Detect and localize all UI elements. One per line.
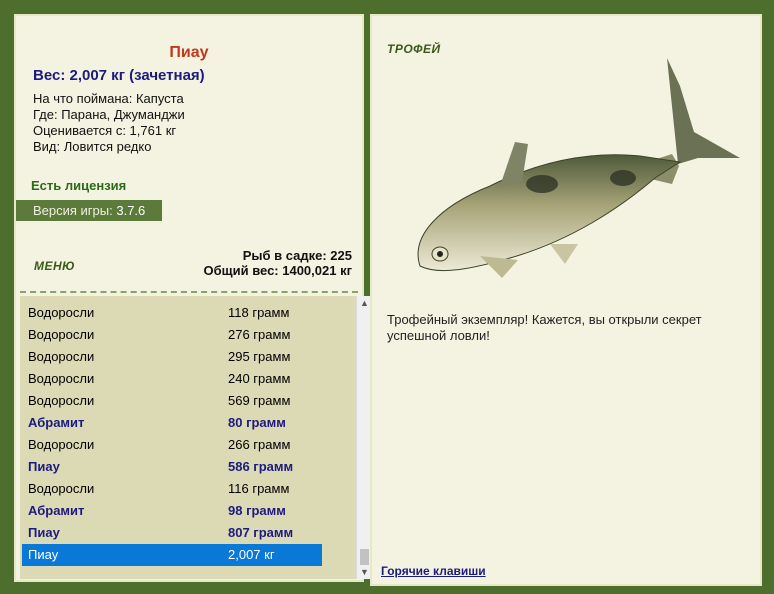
- item-name: Пиау: [28, 547, 59, 562]
- item-weight: 807 грамм: [228, 525, 294, 540]
- species-info: Вид: Ловится редко: [33, 139, 152, 154]
- item-weight: 98 грамм: [228, 503, 286, 518]
- item-name: Пиау: [28, 525, 60, 540]
- list-item[interactable]: Водоросли 240 грамм: [22, 368, 322, 390]
- item-name: Водоросли: [28, 305, 95, 320]
- license-status: Есть лицензия: [31, 178, 127, 193]
- list-item[interactable]: Водоросли 116 грамм: [22, 478, 322, 500]
- item-weight: 569 грамм: [228, 393, 291, 408]
- item-weight: 116 грамм: [228, 481, 290, 496]
- item-name: Водоросли: [28, 371, 95, 386]
- version-label: Версия игры:: [33, 203, 113, 218]
- trophy-description: Трофейный экземпляр! Кажется, вы открыли…: [387, 312, 702, 343]
- list-item[interactable]: Пиау 586 грамм: [22, 456, 322, 478]
- item-name: Водоросли: [28, 481, 95, 496]
- item-name: Водоросли: [28, 327, 95, 342]
- version-box: Версия игры: 3.7.6: [16, 200, 162, 221]
- divider: [20, 291, 358, 293]
- item-weight: 2,007 кг: [228, 547, 275, 562]
- item-weight: 266 грамм: [228, 437, 291, 452]
- list-item[interactable]: Абрамит 98 грамм: [22, 500, 322, 522]
- item-weight: 240 грамм: [228, 371, 291, 386]
- item-weight: 80 грамм: [228, 415, 286, 430]
- list-item[interactable]: Водоросли 118 грамм: [22, 302, 322, 324]
- list-item[interactable]: Водоросли 276 грамм: [22, 324, 322, 346]
- item-weight: 118 грамм: [228, 305, 290, 320]
- hotkeys-link[interactable]: Горячие клавиши: [381, 564, 486, 578]
- item-name: Абрамит: [28, 415, 85, 430]
- scroll-down-icon[interactable]: ▼: [360, 567, 369, 577]
- item-weight: 295 грамм: [228, 349, 291, 364]
- fish-info-panel: Пиау Вес: 2,007 кг (зачетная) На что пой…: [14, 14, 372, 582]
- list-item[interactable]: Пиау 807 грамм: [22, 522, 322, 544]
- catch-list[interactable]: Водоросли 118 грамм Водоросли 276 грамм Водо…: [20, 296, 356, 579]
- item-weight: 586 грамм: [228, 459, 294, 474]
- list-item[interactable]: Абрамит 80 грамм: [22, 412, 322, 434]
- trophy-panel: ТРОФЕЙ Трофейный экземпляр! Кажется, вы …: [370, 14, 762, 586]
- item-name: Абрамит: [28, 503, 85, 518]
- fish-count: Рыб в садке: 225: [242, 248, 352, 263]
- menu-button[interactable]: МЕНЮ: [34, 259, 75, 273]
- list-item[interactable]: Пиау 2,007 кг: [22, 544, 322, 566]
- scroll-thumb[interactable]: [360, 549, 369, 565]
- total-weight: Общий вес: 1400,021 кг: [203, 263, 352, 278]
- item-name: Водоросли: [28, 349, 95, 364]
- version-value: 3.7.6: [116, 203, 146, 218]
- fish-name: Пиау: [169, 44, 209, 61]
- list-item[interactable]: Водоросли 266 грамм: [22, 434, 322, 456]
- bait-info: На что поймана: Капуста: [33, 91, 184, 106]
- item-name: Водоросли: [28, 393, 95, 408]
- list-item[interactable]: Водоросли 569 грамм: [22, 390, 322, 412]
- list-item[interactable]: Водоросли 295 грамм: [22, 346, 322, 368]
- item-name: Пиау: [28, 459, 60, 474]
- valued-info: Оценивается с: 1,761 кг: [33, 123, 177, 138]
- cage-stats: Рыб в садке: 225 Общий вес: 1400,021 кг: [203, 248, 352, 278]
- location-info: Где: Парана, Джуманджи: [33, 107, 185, 122]
- scroll-up-icon[interactable]: ▲: [360, 298, 369, 308]
- fish-weight: Вес: 2,007 кг (зачетная): [33, 67, 205, 84]
- fish-image: [417, 58, 740, 278]
- item-name: Водоросли: [28, 437, 95, 452]
- item-weight: 276 грамм: [228, 327, 291, 342]
